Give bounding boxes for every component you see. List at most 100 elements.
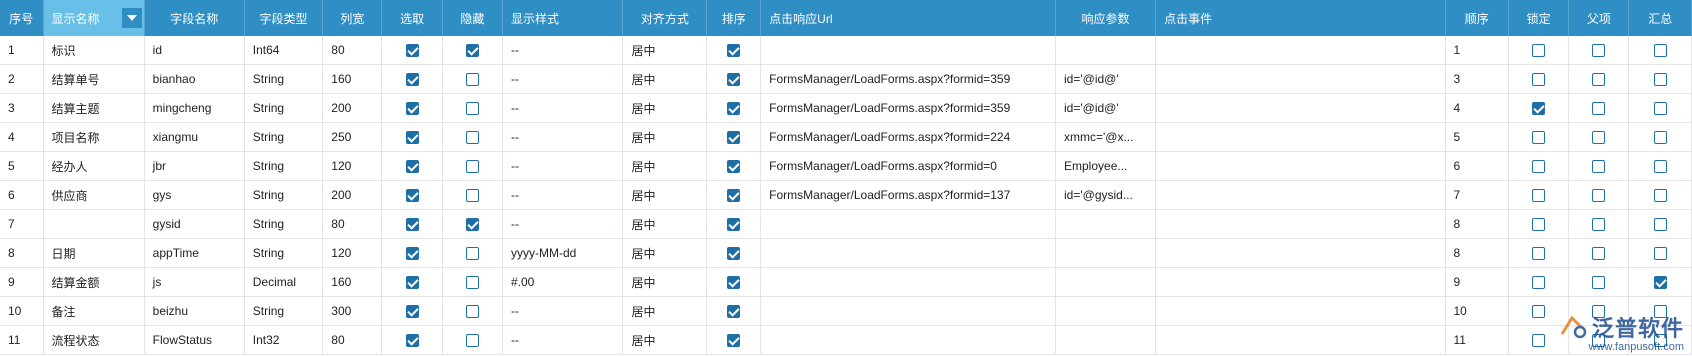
sort-checkbox[interactable] (727, 44, 741, 58)
table-row[interactable]: 2 结算单号 bianhao String 160 -- 居中 FormsManager/Lo… (0, 64, 1692, 94)
cell-no[interactable]: 8 (0, 238, 44, 268)
cell-url[interactable]: FormsManager/LoadForms.aspx?formid=224 (760, 122, 1056, 152)
cell-field-type[interactable]: String (244, 122, 324, 152)
cell-align[interactable]: 居中 (622, 209, 708, 239)
sort-checkbox[interactable] (727, 276, 741, 290)
cell-display-name[interactable] (43, 209, 145, 239)
cell-field-name[interactable]: bianhao (144, 64, 245, 94)
sort-checkbox[interactable] (727, 160, 741, 174)
cell-width[interactable]: 250 (322, 122, 383, 152)
pick-checkbox[interactable] (405, 218, 419, 232)
cell-order[interactable]: 4 (1445, 93, 1509, 123)
pick-checkbox[interactable] (405, 131, 419, 145)
cell-field-name[interactable]: appTime (144, 238, 245, 268)
cell-order[interactable]: 3 (1445, 64, 1509, 94)
cell-event[interactable] (1155, 180, 1446, 210)
cell-url[interactable]: FormsManager/LoadForms.aspx?formid=359 (760, 93, 1056, 123)
cell-event[interactable] (1155, 36, 1446, 65)
cell-align[interactable]: 居中 (622, 151, 708, 181)
cell-field-name[interactable]: gysid (144, 209, 245, 239)
cell-event[interactable] (1155, 296, 1446, 326)
cell-url[interactable]: FormsManager/LoadForms.aspx?formid=137 (760, 180, 1056, 210)
table-row[interactable]: 9 结算金额 js Decimal 160 #.00 居中 9 (0, 267, 1692, 297)
cell-field-name[interactable]: beizhu (144, 296, 245, 326)
cell-field-type[interactable]: String (244, 151, 324, 181)
parent-checkbox[interactable] (1592, 276, 1606, 290)
sort-checkbox[interactable] (727, 305, 741, 319)
hide-checkbox[interactable] (465, 218, 479, 232)
lock-checkbox[interactable] (1532, 334, 1546, 348)
cell-no[interactable]: 6 (0, 180, 44, 210)
cell-width[interactable]: 120 (322, 238, 383, 268)
cell-field-name[interactable]: id (144, 36, 245, 65)
cell-field-type[interactable]: String (244, 296, 324, 326)
cell-no[interactable]: 1 (0, 36, 44, 65)
col-header-sum[interactable]: 汇总 (1628, 0, 1692, 36)
cell-event[interactable] (1155, 151, 1446, 181)
cell-order[interactable]: 9 (1445, 267, 1509, 297)
col-header-pick[interactable]: 选取 (381, 0, 443, 36)
cell-display-name[interactable]: 结算金额 (43, 267, 145, 297)
cell-display-name[interactable]: 备注 (43, 296, 145, 326)
cell-display-name[interactable]: 经办人 (43, 151, 145, 181)
cell-no[interactable]: 10 (0, 296, 44, 326)
sort-checkbox[interactable] (727, 189, 741, 203)
sort-checkbox[interactable] (727, 102, 741, 116)
table-row[interactable]: 11 流程状态 FlowStatus Int32 80 -- 居中 11 (0, 325, 1692, 355)
hide-checkbox[interactable] (465, 276, 479, 290)
col-header-style[interactable]: 显示样式 (502, 0, 624, 36)
cell-order[interactable]: 10 (1445, 296, 1509, 326)
pick-checkbox[interactable] (405, 276, 419, 290)
cell-event[interactable] (1155, 209, 1446, 239)
sort-checkbox[interactable] (727, 73, 741, 87)
cell-align[interactable]: 居中 (622, 36, 708, 65)
cell-align[interactable]: 居中 (622, 267, 708, 297)
hide-checkbox[interactable] (465, 160, 479, 174)
col-header-url[interactable]: 点击响应Url (760, 0, 1056, 36)
cell-event[interactable] (1155, 238, 1446, 268)
cell-param[interactable] (1055, 296, 1157, 326)
col-header-sort[interactable]: 排序 (706, 0, 762, 36)
lock-checkbox[interactable] (1532, 102, 1546, 116)
cell-param[interactable]: id='@gysid... (1055, 180, 1157, 210)
cell-url[interactable]: FormsManager/LoadForms.aspx?formid=359 (760, 64, 1056, 94)
parent-checkbox[interactable] (1592, 247, 1606, 261)
cell-field-type[interactable]: String (244, 64, 324, 94)
cell-display-name[interactable]: 日期 (43, 238, 145, 268)
lock-checkbox[interactable] (1532, 44, 1546, 58)
cell-style[interactable]: yyyy-MM-dd (502, 238, 624, 268)
cell-align[interactable]: 居中 (622, 180, 708, 210)
hide-checkbox[interactable] (465, 189, 479, 203)
col-header-order[interactable]: 顺序 (1445, 0, 1509, 36)
sum-checkbox[interactable] (1653, 160, 1667, 174)
pick-checkbox[interactable] (405, 189, 419, 203)
parent-checkbox[interactable] (1592, 218, 1606, 232)
cell-width[interactable]: 200 (322, 93, 383, 123)
cell-style[interactable]: -- (502, 325, 624, 355)
hide-checkbox[interactable] (465, 102, 479, 116)
cell-url[interactable] (760, 36, 1056, 65)
cell-order[interactable]: 1 (1445, 36, 1509, 65)
cell-order[interactable]: 11 (1445, 325, 1509, 355)
pick-checkbox[interactable] (405, 73, 419, 87)
cell-param[interactable]: Employee... (1055, 151, 1157, 181)
cell-field-type[interactable]: String (244, 180, 324, 210)
cell-field-name[interactable]: FlowStatus (144, 325, 245, 355)
cell-style[interactable]: -- (502, 209, 624, 239)
sum-checkbox[interactable] (1653, 276, 1667, 290)
cell-no[interactable]: 3 (0, 93, 44, 123)
table-row[interactable]: 8 日期 appTime String 120 yyyy-MM-dd 居中 8 (0, 238, 1692, 268)
cell-url[interactable]: FormsManager/LoadForms.aspx?formid=0 (760, 151, 1056, 181)
cell-width[interactable]: 300 (322, 296, 383, 326)
col-header-align[interactable]: 对齐方式 (622, 0, 708, 36)
parent-checkbox[interactable] (1592, 189, 1606, 203)
table-row[interactable]: 7 gysid String 80 -- 居中 8 (0, 209, 1692, 239)
cell-order[interactable]: 5 (1445, 122, 1509, 152)
cell-field-name[interactable]: gys (144, 180, 245, 210)
cell-no[interactable]: 7 (0, 209, 44, 239)
cell-style[interactable]: -- (502, 151, 624, 181)
sum-checkbox[interactable] (1653, 189, 1667, 203)
column-menu-button[interactable] (121, 8, 142, 28)
cell-style[interactable]: -- (502, 122, 624, 152)
cell-no[interactable]: 4 (0, 122, 44, 152)
